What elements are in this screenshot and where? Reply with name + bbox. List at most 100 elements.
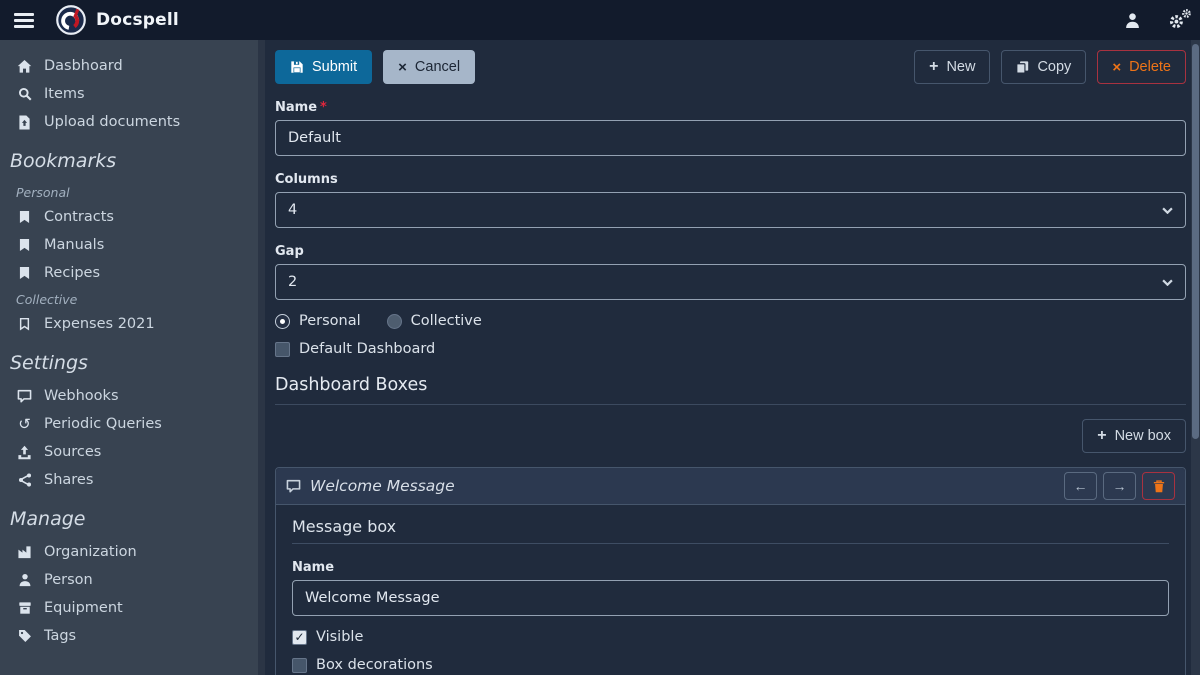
- industry-icon: [16, 545, 33, 559]
- user-account-icon[interactable]: [1124, 12, 1141, 29]
- history-icon: ↺: [16, 417, 33, 432]
- move-box-left-button[interactable]: ←: [1064, 472, 1097, 500]
- main-scrollbar[interactable]: [1191, 40, 1200, 675]
- name-label: Name*: [275, 100, 1186, 115]
- new-label: New: [946, 59, 975, 75]
- arrow-left-icon: ←: [1074, 478, 1088, 494]
- arrow-right-icon: →: [1113, 478, 1127, 494]
- settings-cogs-icon[interactable]: [1169, 12, 1186, 29]
- visible-checkbox[interactable]: ✓ Visible: [292, 629, 1169, 645]
- sidebar-item-label: Expenses 2021: [44, 316, 155, 332]
- bookmarks-group-personal-label: Personal: [0, 180, 265, 203]
- close-icon: ×: [398, 59, 407, 76]
- sidebar-item-dashboard[interactable]: Dasbhoard: [0, 52, 265, 80]
- default-dashboard-checkbox[interactable]: Default Dashboard: [275, 341, 1186, 357]
- box-icon: [16, 601, 33, 615]
- trash-icon: [1153, 480, 1165, 493]
- box-name-input[interactable]: [292, 580, 1169, 616]
- scope-personal-radio[interactable]: Personal: [275, 313, 361, 329]
- new-box-button[interactable]: + New box: [1082, 419, 1186, 453]
- sidebar-item-equipment[interactable]: Equipment: [0, 594, 265, 622]
- sidebar-item-label: Webhooks: [44, 388, 119, 404]
- bookmark-icon: [16, 266, 33, 280]
- visible-label: Visible: [316, 629, 363, 645]
- cancel-button[interactable]: × Cancel: [383, 50, 475, 84]
- sidebar-item-items[interactable]: Items: [0, 80, 265, 108]
- upload-icon: [16, 445, 33, 460]
- box-panel-header: Welcome Message ← →: [276, 468, 1185, 505]
- scrollbar-thumb[interactable]: [1192, 44, 1199, 439]
- box-type-heading: Message box: [292, 517, 1169, 544]
- sidebar-item-sources[interactable]: Sources: [0, 438, 265, 466]
- sidebar-item-contracts[interactable]: Contracts: [0, 203, 265, 231]
- gap-value: 2: [288, 274, 297, 290]
- sidebar-item-label: Periodic Queries: [44, 416, 162, 432]
- default-dashboard-label: Default Dashboard: [299, 341, 435, 357]
- sidebar-item-label: Sources: [44, 444, 101, 460]
- box-title: Welcome Message: [310, 477, 455, 495]
- name-input[interactable]: [275, 120, 1186, 156]
- sidebar-item-manuals[interactable]: Manuals: [0, 231, 265, 259]
- sidebar-item-person[interactable]: Person: [0, 566, 265, 594]
- radio-collective-label: Collective: [411, 313, 482, 329]
- sidebar-item-shares[interactable]: Shares: [0, 466, 265, 494]
- submit-label: Submit: [312, 59, 357, 75]
- sidebar-item-expenses-2021[interactable]: Expenses 2021: [0, 310, 265, 338]
- sidebar-item-label: Manuals: [44, 237, 104, 253]
- hamburger-menu-icon[interactable]: [14, 13, 34, 28]
- delete-button[interactable]: × Delete: [1097, 50, 1186, 84]
- home-icon: [16, 59, 33, 74]
- plus-icon: +: [929, 58, 938, 76]
- app-title: Docspell: [96, 10, 179, 30]
- sidebar-scrollbar[interactable]: [258, 40, 265, 675]
- copy-label: Copy: [1037, 59, 1071, 75]
- radio-unselected-icon: [387, 314, 402, 329]
- dashboard-boxes-heading: Dashboard Boxes: [275, 375, 1186, 405]
- dashboard-box-panel: Welcome Message ← → Message box Name ✓ V…: [275, 467, 1186, 675]
- topbar: Docspell: [0, 0, 1200, 40]
- sidebar-item-tags[interactable]: Tags: [0, 622, 265, 650]
- sidebar-item-webhooks[interactable]: Webhooks: [0, 382, 265, 410]
- bookmark-icon: [16, 238, 33, 252]
- sidebar-item-organization[interactable]: Organization: [0, 538, 265, 566]
- sidebar-item-periodic-queries[interactable]: ↺ Periodic Queries: [0, 410, 265, 438]
- chevron-down-icon: [1162, 279, 1173, 286]
- dashboard-edit-form: Submit × Cancel + New Copy × Dele: [265, 40, 1200, 675]
- sidebar-item-label: Shares: [44, 472, 93, 488]
- columns-select[interactable]: 4: [275, 192, 1186, 228]
- bookmarks-group-collective-label: Collective: [0, 287, 265, 310]
- docspell-logo-icon: [56, 5, 86, 35]
- sidebar-section-settings: Settings: [0, 338, 265, 382]
- checkbox-unchecked-icon: [275, 342, 290, 357]
- plus-icon: +: [1097, 427, 1106, 445]
- checkbox-checked-icon: ✓: [292, 630, 307, 645]
- file-upload-icon: [16, 115, 33, 130]
- checkbox-unchecked-icon: [292, 658, 307, 673]
- person-icon: [16, 573, 33, 587]
- sidebar-section-manage: Manage: [0, 494, 265, 538]
- sidebar-item-upload-documents[interactable]: Upload documents: [0, 108, 265, 136]
- submit-button[interactable]: Submit: [275, 50, 372, 84]
- comment-icon: [16, 389, 33, 403]
- columns-value: 4: [288, 202, 297, 218]
- sidebar-item-recipes[interactable]: Recipes: [0, 259, 265, 287]
- delete-box-button[interactable]: [1142, 472, 1175, 500]
- scope-collective-radio[interactable]: Collective: [387, 313, 482, 329]
- move-box-right-button[interactable]: →: [1103, 472, 1136, 500]
- new-button[interactable]: + New: [914, 50, 990, 84]
- new-box-label: New box: [1115, 428, 1171, 444]
- bookmark-icon: [16, 210, 33, 224]
- required-asterisk: *: [320, 100, 327, 115]
- sidebar: Dasbhoard Items Upload documents Bookmar…: [0, 40, 265, 675]
- sidebar-item-label: Organization: [44, 544, 137, 560]
- gap-select[interactable]: 2: [275, 264, 1186, 300]
- sidebar-section-bookmarks: Bookmarks: [0, 136, 265, 180]
- sidebar-item-label: Person: [44, 572, 93, 588]
- box-decorations-label: Box decorations: [316, 657, 433, 673]
- sidebar-item-label: Items: [44, 86, 85, 102]
- box-decorations-checkbox[interactable]: Box decorations: [292, 657, 1169, 673]
- sidebar-item-label: Contracts: [44, 209, 114, 225]
- sidebar-item-label: Recipes: [44, 265, 100, 281]
- copy-button[interactable]: Copy: [1001, 50, 1086, 84]
- tags-icon: [16, 629, 33, 643]
